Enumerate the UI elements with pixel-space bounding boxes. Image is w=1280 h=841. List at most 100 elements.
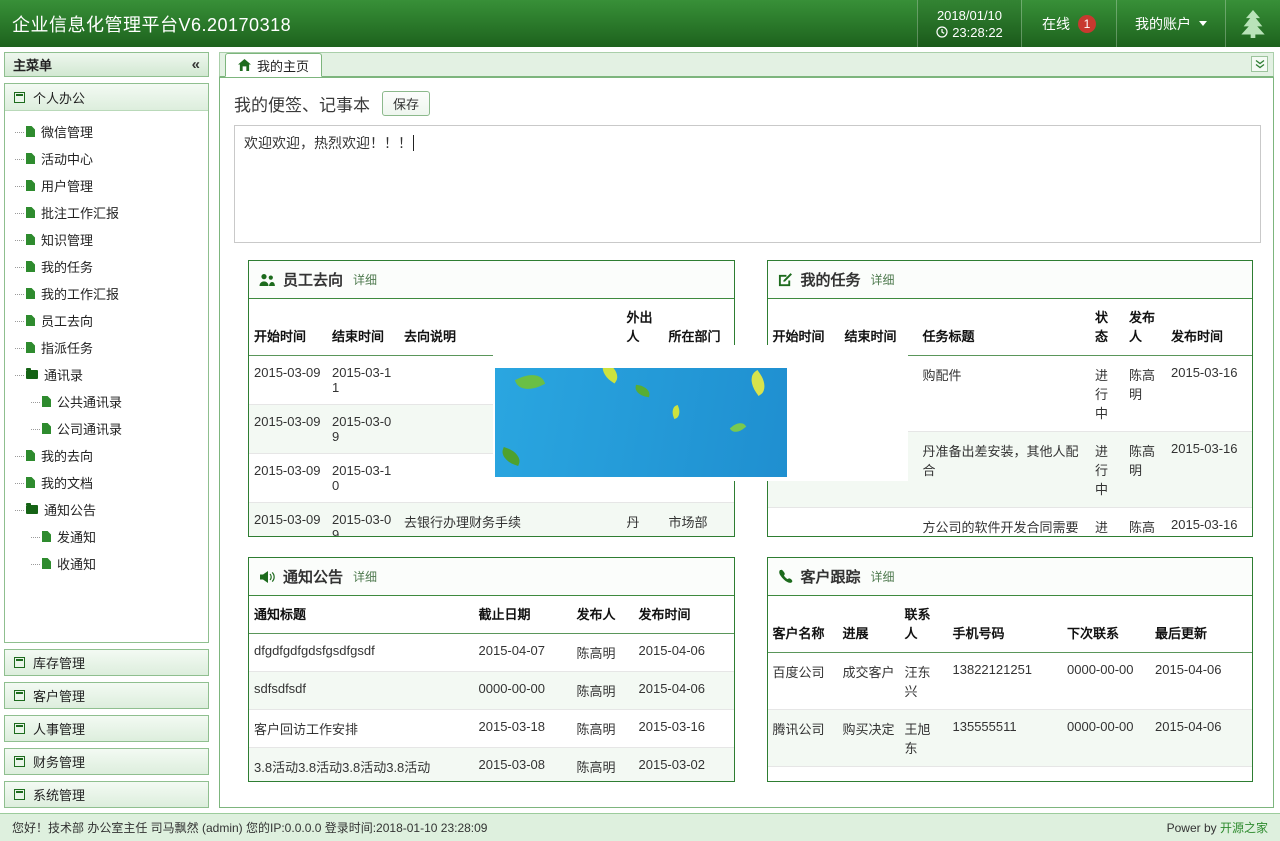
app-title: 企业信息化管理平台V6.20170318 xyxy=(0,11,917,37)
sidebar-item-knowledge[interactable]: 知识管理 xyxy=(11,226,206,253)
column-header: 最后更新 xyxy=(1150,596,1252,653)
item-label: 指派任务 xyxy=(41,338,93,357)
table-row: 百度公司成交客户汪东兴138221212510000-00-002015-04-… xyxy=(768,653,1253,710)
my-account-menu[interactable]: 我的账户 xyxy=(1116,0,1225,47)
column-header: 状态 xyxy=(1090,299,1124,356)
account-label: 我的账户 xyxy=(1135,14,1191,34)
column-header: 截止日期 xyxy=(474,596,572,634)
document-icon xyxy=(42,396,51,407)
whereabouts-detail-link[interactable]: 详细 xyxy=(353,271,377,288)
cell: 市场部 xyxy=(664,503,734,538)
sidebar-item-public-contacts[interactable]: 公共通讯录 xyxy=(11,388,206,415)
status-bar: 您好！技术部 办公室主任 司马飘然 (admin) 您的IP:0.0.0.0 登… xyxy=(0,813,1280,841)
leaf-decoration xyxy=(499,447,522,466)
theme-tree-button[interactable] xyxy=(1225,0,1280,47)
leaf-decoration xyxy=(730,420,747,436)
window-icon xyxy=(14,92,25,103)
document-icon xyxy=(26,234,35,245)
cell: 2015-03-09 xyxy=(249,503,327,538)
folder-icon xyxy=(26,370,38,379)
sidebar-item-whereabouts[interactable]: 员工去向 xyxy=(11,307,206,334)
sidebar-folder-contacts[interactable]: 通讯录 xyxy=(11,361,206,388)
sidebar-section-customers[interactable]: 客户管理 xyxy=(4,682,209,709)
text-caret xyxy=(413,135,414,151)
notices-detail-link[interactable]: 详细 xyxy=(353,568,377,585)
notes-text: 欢迎欢迎，热烈欢迎！！！ xyxy=(244,135,412,151)
window-icon xyxy=(14,789,25,800)
section-label: 客户管理 xyxy=(33,686,85,705)
cell: 135555511 xyxy=(948,710,1063,767)
panel-title: 客户跟踪 xyxy=(801,566,861,587)
table-row: 腾讯公司购买决定王旭东1355555110000-00-002015-04-06 xyxy=(768,710,1253,767)
footer-credit: Power by 开源之家 xyxy=(1167,819,1268,836)
power-by-link[interactable]: 开源之家 xyxy=(1220,821,1268,835)
people-icon xyxy=(259,273,275,287)
sidebar-item-receive-notice[interactable]: 收通知 xyxy=(11,550,206,577)
document-icon xyxy=(26,261,35,272)
sidebar-item-assign-task[interactable]: 指派任务 xyxy=(11,334,206,361)
document-icon xyxy=(26,315,35,326)
cell: dfgdfgdfgdsfgsdfgsdf xyxy=(249,634,474,672)
document-icon xyxy=(26,450,35,461)
sidebar-item-report-review[interactable]: 批注工作汇报 xyxy=(11,199,206,226)
sidebar-item-activity[interactable]: 活动中心 xyxy=(11,145,206,172)
column-header: 开始时间 xyxy=(249,299,327,356)
panel-title: 通知公告 xyxy=(283,566,343,587)
collapse-tabs-button[interactable] xyxy=(1251,56,1268,72)
item-label: 发通知 xyxy=(57,527,96,546)
sidebar-item-wechat[interactable]: 微信管理 xyxy=(11,118,206,145)
cell: 陈高明 xyxy=(572,710,634,748)
ad-banner-image[interactable] xyxy=(495,368,787,477)
sidebar-header: 主菜单 « xyxy=(4,52,209,77)
cell: 陈高明 xyxy=(1124,432,1166,508)
window-icon xyxy=(14,723,25,734)
sidebar-item-company-contacts[interactable]: 公司通讯录 xyxy=(11,415,206,442)
tab-home[interactable]: 我的主页 xyxy=(225,53,322,77)
sidebar-item-my-documents[interactable]: 我的文档 xyxy=(11,469,206,496)
sidebar-item-my-reports[interactable]: 我的工作汇报 xyxy=(11,280,206,307)
column-header: 客户名称 xyxy=(768,596,838,653)
cell: 2015-04-06 xyxy=(634,634,734,672)
sidebar-section-finance[interactable]: 财务管理 xyxy=(4,748,209,775)
chevron-down-icon xyxy=(1199,21,1207,26)
sidebar-folder-notices[interactable]: 通知公告 xyxy=(11,496,206,523)
cell: 3.8活动3.8活动3.8活动3.8活动 xyxy=(249,748,474,783)
window-icon xyxy=(14,756,25,767)
save-button[interactable]: 保存 xyxy=(382,91,430,116)
document-icon xyxy=(26,180,35,191)
document-icon xyxy=(26,126,35,137)
cell: 2015-03-02 xyxy=(634,748,734,783)
leaf-decoration xyxy=(670,405,682,419)
sidebar-item-my-tasks[interactable]: 我的任务 xyxy=(11,253,206,280)
cell: 王旭东 xyxy=(900,710,948,767)
sidebar-item-send-notice[interactable]: 发通知 xyxy=(11,523,206,550)
column-header: 进展 xyxy=(838,596,900,653)
collapse-sidebar-icon[interactable]: « xyxy=(192,57,200,72)
cell: 去银行办理财务手续 xyxy=(399,503,622,538)
cell: sdfsdfsdf xyxy=(249,672,474,710)
cell: 进行中 xyxy=(1090,432,1124,508)
column-header: 手机号码 xyxy=(948,596,1063,653)
panel-customers: 客户跟踪 详细 客户名称 进展 联系人 手机号码 下次联系 最后更新 xyxy=(767,557,1254,782)
customers-detail-link[interactable]: 详细 xyxy=(871,568,895,585)
cell: 2015-03-16 xyxy=(1166,432,1252,508)
tasks-detail-link[interactable]: 详细 xyxy=(871,271,895,288)
online-users-button[interactable]: 在线 1 xyxy=(1021,0,1116,47)
cell: 方公司的软件开发合同需要签 xyxy=(918,508,1091,538)
sidebar-item-my-whereabouts[interactable]: 我的去向 xyxy=(11,442,206,469)
item-label: 批注工作汇报 xyxy=(41,203,119,222)
sidebar-section-hr[interactable]: 人事管理 xyxy=(4,715,209,742)
table-row: 方公司的软件开发合同需要签进行中陈高明2015-03-16 xyxy=(768,508,1253,538)
cell: 2015-04-06 xyxy=(634,672,734,710)
folder-icon xyxy=(26,505,38,514)
sidebar-section-inventory[interactable]: 库存管理 xyxy=(4,649,209,676)
sidebar-section-system[interactable]: 系统管理 xyxy=(4,781,209,808)
leaf-decoration xyxy=(598,368,622,384)
header-time: 23:28:22 xyxy=(952,25,1003,40)
home-icon xyxy=(238,59,251,71)
table-row: 客户回访工作安排2015-03-18陈高明2015-03-16 xyxy=(249,710,734,748)
sidebar-section-header-personal[interactable]: 个人办公 xyxy=(5,84,208,111)
sidebar-item-users[interactable]: 用户管理 xyxy=(11,172,206,199)
notes-textarea[interactable]: 欢迎欢迎，热烈欢迎！！！ xyxy=(234,125,1261,243)
cell: 2015-03-16 xyxy=(1166,508,1252,538)
